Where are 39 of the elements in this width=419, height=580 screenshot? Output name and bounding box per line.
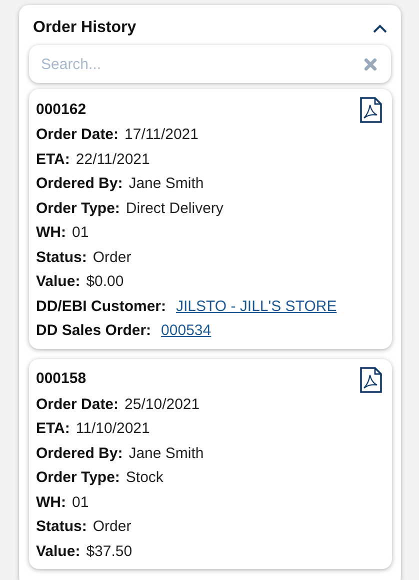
- field-label: WH:: [36, 492, 66, 512]
- field-label: Ordered By:: [36, 174, 123, 194]
- field-value: 17/11/2021: [124, 125, 198, 145]
- field-value: 01: [72, 492, 89, 512]
- pdf-document-icon[interactable]: [360, 366, 382, 392]
- search-field[interactable]: Search...: [29, 45, 391, 83]
- chevron-icon[interactable]: [373, 24, 387, 32]
- field-label: Status:: [36, 517, 87, 537]
- field-value: Order: [92, 517, 132, 537]
- field-value: 22/11/2021: [76, 150, 150, 170]
- field-label: Status:: [36, 248, 87, 268]
- panel-title: Order History: [33, 19, 136, 37]
- field-label: ETA:: [36, 150, 70, 170]
- field-label: Ordered By:: [36, 444, 123, 464]
- order-number: 000158: [36, 370, 86, 387]
- order-number: 000162: [36, 100, 86, 118]
- field-label: WH:: [36, 223, 66, 243]
- field-value: 01: [72, 223, 89, 243]
- field-label: DD Sales Order:: [36, 321, 152, 341]
- field-label: Order Type:: [36, 198, 120, 218]
- field-value: Jane Smith: [128, 444, 204, 464]
- field-value: $0.00: [86, 272, 124, 292]
- field-value: $37.50: [86, 542, 132, 562]
- field-label: Order Date:: [36, 125, 119, 145]
- field-label: Order Type:: [36, 468, 120, 488]
- field-label: ETA:: [36, 419, 70, 439]
- field-value: Stock: [126, 468, 164, 488]
- field-value: 25/10/2021: [124, 394, 200, 414]
- field-value: 11/10/2021: [76, 419, 150, 439]
- field-label: Value:: [36, 542, 80, 562]
- field-value: Order: [92, 248, 132, 268]
- field-link[interactable]: 000534: [161, 319, 212, 344]
- field-label: Value:: [36, 272, 80, 292]
- pdf-document-icon[interactable]: [360, 97, 382, 123]
- field-value: Direct Delivery: [126, 198, 224, 218]
- field-label: Order Date:: [36, 394, 119, 414]
- field-value: Jane Smith: [128, 174, 204, 194]
- field-link[interactable]: JILSTO - JILL'S STORE: [176, 294, 337, 319]
- field-label: DD/EBI Customer:: [36, 296, 166, 316]
